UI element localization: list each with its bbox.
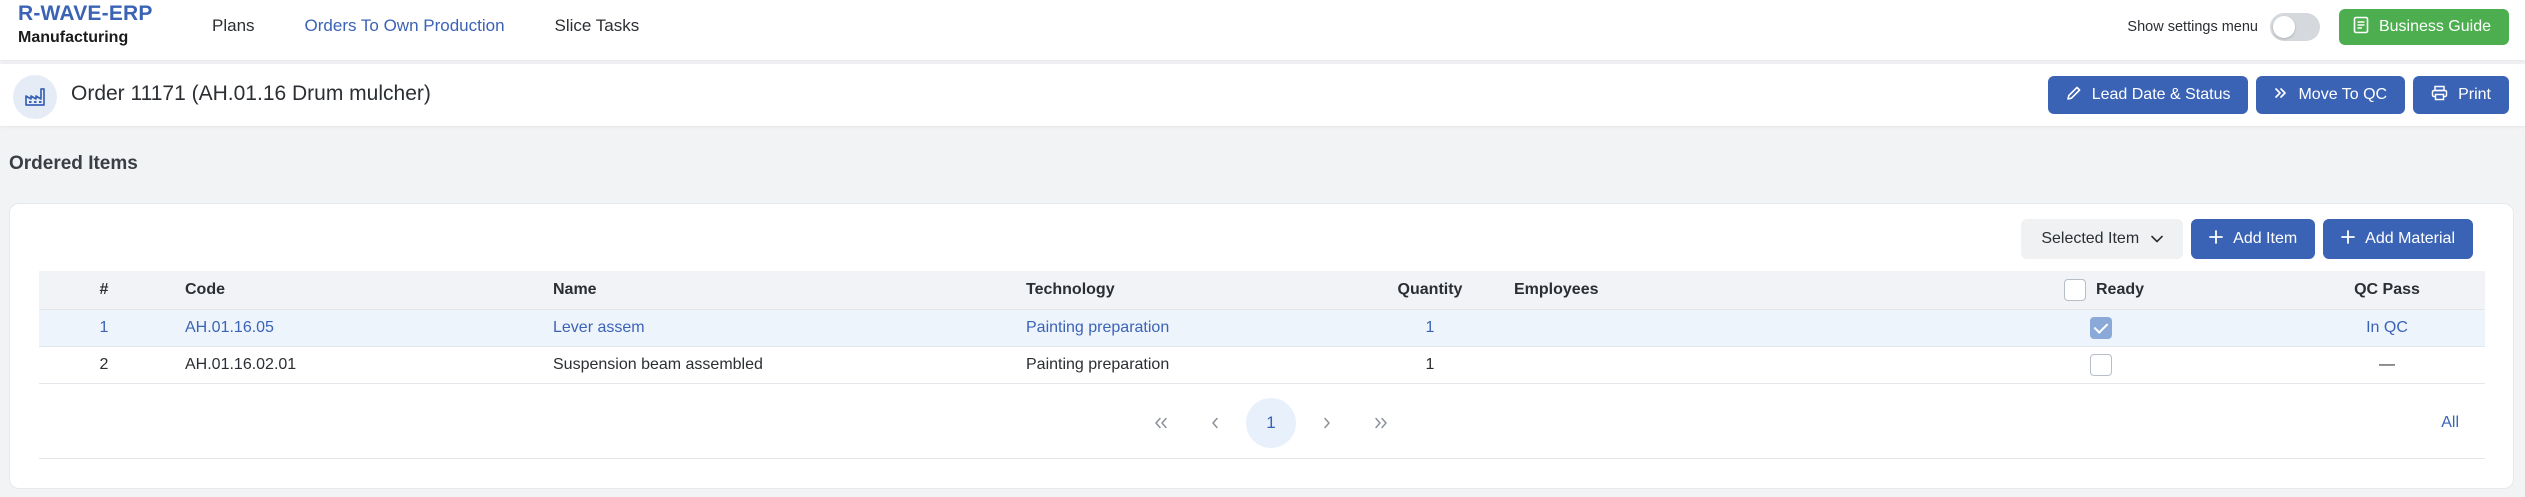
cell-ready [2064,346,2289,383]
plus-icon [2341,229,2356,249]
ready-checkbox[interactable] [2090,316,2112,339]
selected-item-dropdown[interactable]: Selected Item [2021,219,2184,259]
ready-checkbox[interactable] [2090,353,2112,376]
col-header-qc-pass[interactable]: QC Pass [2289,271,2485,309]
table-header-row: # Code Name Technology Quantity Employee… [39,271,2485,309]
all-rows-link[interactable]: All [2441,414,2459,432]
add-item-label: Add Item [2233,230,2298,247]
printer-icon [2431,85,2448,106]
order-actions: Lead Date & Status Move To QC Print [2047,76,2509,114]
print-button[interactable]: Print [2413,76,2509,114]
col-header-quantity[interactable]: Quantity [1348,271,1512,309]
col-header-technology[interactable]: Technology [1024,271,1348,309]
cell-qc-pass: — [2379,355,2395,373]
move-to-qc-button[interactable]: Move To QC [2256,76,2406,114]
cell-technology: Painting preparation [1026,318,1170,336]
move-to-qc-label: Move To QC [2298,86,2388,103]
book-icon [2353,16,2369,39]
cell-name: Lever assem [553,318,645,336]
ordered-items-card: Selected Item Add Item Add Material # Co… [9,203,2514,489]
cell-technology: Painting preparation [1026,355,1170,373]
pagination: 1 [1134,398,1408,448]
add-material-label: Add Material [2365,230,2455,247]
prev-page-icon[interactable] [1188,398,1242,448]
cell-quantity: 1 [1425,318,1435,336]
business-guide-button[interactable]: Business Guide [2338,9,2509,45]
col-header-employees[interactable]: Employees [1512,271,2064,309]
cell-qc-pass: In QC [2366,318,2408,336]
next-page-icon[interactable] [1300,398,1354,448]
section-title: Ordered Items [9,153,138,174]
order-title: Order 11171 (AH.01.16 Drum mulcher) [71,82,431,105]
table-row[interactable]: 1 AH.01.16.05 Lever assem Painting prepa… [39,309,2485,346]
brand[interactable]: R-WAVE-ERP Manufacturing [18,2,153,47]
double-chevron-right-icon [2274,86,2288,105]
selected-item-label: Selected Item [2041,230,2140,247]
main-nav: Plans Orders To Own Production Slice Tas… [212,16,639,36]
nav-item-orders-to-own-production[interactable]: Orders To Own Production [305,16,505,36]
col-header-ready-label[interactable]: Ready [2096,281,2144,299]
lead-date-status-label: Lead Date & Status [2091,86,2231,103]
cell-quantity: 1 [1425,355,1435,373]
divider [39,458,2485,459]
settings-toggle-label: Show settings menu [2127,19,2258,35]
cell-employees [1512,346,2064,383]
nav-item-plans[interactable]: Plans [212,16,255,36]
add-material-button[interactable]: Add Material [2323,219,2473,259]
chevron-down-icon [2151,230,2163,248]
order-header: Order 11171 (AH.01.16 Drum mulcher) Lead… [0,64,2525,126]
app-name: R-WAVE-ERP [18,2,153,25]
nav-item-slice-tasks[interactable]: Slice Tasks [555,16,640,36]
settings-toggle-group: Show settings menu [2127,13,2320,41]
cell-ready [2064,309,2289,346]
add-item-button[interactable]: Add Item [2191,219,2316,259]
lead-date-status-button[interactable]: Lead Date & Status [2047,76,2249,114]
cell-num: 1 [99,318,109,336]
table-row[interactable]: 2 AH.01.16.02.01 Suspension beam assembl… [39,346,2485,383]
pencil-icon [2066,85,2082,106]
cell-employees [1512,309,2064,346]
ordered-items-table: # Code Name Technology Quantity Employee… [39,271,2485,384]
cell-name: Suspension beam assembled [553,355,763,373]
business-guide-label: Business Guide [2378,18,2491,35]
settings-toggle[interactable] [2270,13,2320,41]
page-button-current[interactable]: 1 [1246,398,1296,448]
cell-code: AH.01.16.02.01 [185,355,297,373]
app-module: Manufacturing [18,29,129,46]
col-header-code[interactable]: Code [169,271,535,309]
col-header-ready: Ready [2064,271,2289,309]
cell-num: 2 [99,355,109,373]
first-page-icon[interactable] [1134,398,1188,448]
factory-icon [13,75,57,119]
col-header-num[interactable]: # [39,271,169,309]
items-toolbar: Selected Item Add Item Add Material [2021,219,2473,259]
print-label: Print [2458,86,2491,103]
cell-code: AH.01.16.05 [185,318,274,336]
col-header-name[interactable]: Name [535,271,1024,309]
last-page-icon[interactable] [1354,398,1408,448]
select-all-checkbox[interactable] [2064,278,2086,301]
plus-icon [2209,229,2224,249]
top-navbar: R-WAVE-ERP Manufacturing Plans Orders To… [0,0,2525,60]
